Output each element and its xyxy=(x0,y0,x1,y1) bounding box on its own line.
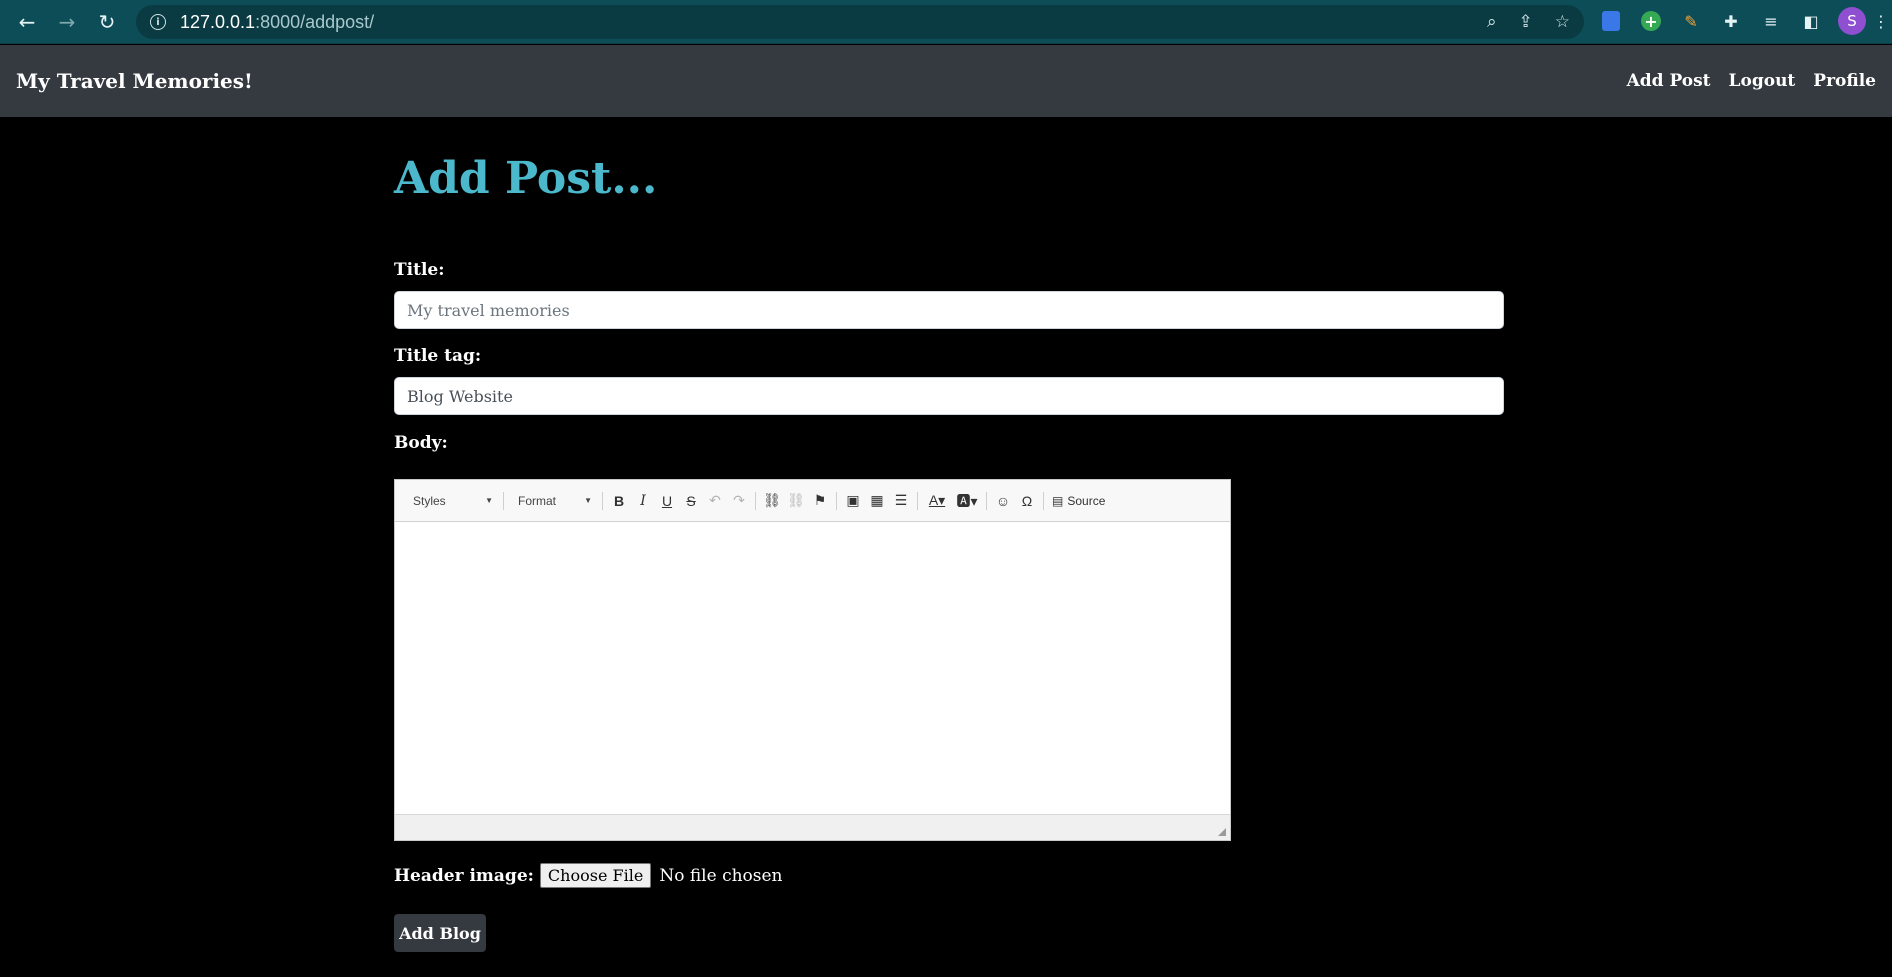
horizontal-line-icon[interactable]: ☰ xyxy=(889,488,913,514)
editor-footer xyxy=(395,814,1230,840)
format-dropdown[interactable]: Format ▼ xyxy=(508,487,598,515)
bookmark-star-icon[interactable]: ☆ xyxy=(1555,12,1570,32)
add-blog-button[interactable]: Add Blog xyxy=(394,914,486,952)
page-title: Add Post... xyxy=(394,153,658,204)
redo-icon[interactable]: ↷ xyxy=(727,488,751,514)
choose-file-button[interactable]: Choose File xyxy=(539,863,652,888)
toolbar-separator xyxy=(755,491,756,510)
url-text[interactable]: 127.0.0.1:8000/addpost/ xyxy=(180,12,374,33)
toolbar-separator xyxy=(602,491,603,510)
toolbar-separator xyxy=(986,491,987,510)
link-icon[interactable]: ⛓ xyxy=(760,488,784,514)
nav-profile[interactable]: Profile xyxy=(1813,71,1876,91)
zoom-icon[interactable]: ⌕ xyxy=(1487,12,1497,32)
extension-green-plus-icon[interactable]: + xyxy=(1641,11,1661,31)
smiley-icon[interactable]: ☺ xyxy=(991,488,1015,514)
anchor-flag-icon[interactable]: ⚑ xyxy=(808,488,832,514)
address-bar[interactable]: i 127.0.0.1:8000/addpost/ ⌕ ⇪ ☆ xyxy=(136,5,1584,39)
nav-logout[interactable]: Logout xyxy=(1729,71,1796,91)
resize-handle-icon[interactable] xyxy=(1218,828,1226,836)
title-tag-label: Title tag: xyxy=(394,346,482,366)
editor-body[interactable] xyxy=(395,522,1230,814)
site-navbar: My Travel Memories! Add Post Logout Prof… xyxy=(0,45,1892,117)
table-icon[interactable]: ▦ xyxy=(865,488,889,514)
underline-icon[interactable]: U xyxy=(655,488,679,514)
extensions-puzzle-icon[interactable]: ✚ xyxy=(1720,10,1742,32)
forward-icon[interactable]: → xyxy=(54,9,80,35)
toolbar-separator xyxy=(1043,491,1044,510)
body-label: Body: xyxy=(394,433,448,453)
menu-kebab-icon[interactable]: ⋮ xyxy=(1870,10,1892,32)
file-status-text: No file chosen xyxy=(659,865,783,886)
styles-dropdown[interactable]: Styles ▼ xyxy=(403,487,499,515)
strikethrough-icon[interactable]: S xyxy=(679,488,703,514)
bold-icon[interactable]: B xyxy=(607,488,631,514)
reload-icon[interactable]: ↻ xyxy=(94,9,120,35)
header-image-row: Header image: Choose File No file chosen xyxy=(394,863,783,888)
nav-links: Add Post Logout Profile xyxy=(1627,71,1876,91)
browser-toolbar: ← → ↻ i 127.0.0.1:8000/addpost/ ⌕ ⇪ ☆ + … xyxy=(0,0,1892,44)
source-button[interactable]: ▤ Source xyxy=(1048,488,1109,514)
toolbar-separator xyxy=(503,491,504,510)
title-input[interactable]: My travel memories xyxy=(394,291,1504,329)
source-icon: ▤ xyxy=(1052,493,1064,508)
nav-add-post[interactable]: Add Post xyxy=(1627,71,1711,91)
extension-rocket-icon[interactable]: ✎ xyxy=(1680,10,1702,32)
rich-text-editor: Styles ▼ Format ▼ B I U S ↶ ↷ ⛓ ⛓ ⚑ ▣ ▦ ☰ … xyxy=(394,479,1231,841)
editor-toolbar: Styles ▼ Format ▼ B I U S ↶ ↷ ⛓ ⛓ ⚑ ▣ ▦ ☰ … xyxy=(395,480,1230,522)
profile-avatar[interactable]: S xyxy=(1838,7,1866,35)
image-icon[interactable]: ▣ xyxy=(841,488,865,514)
title-label: Title: xyxy=(394,260,445,280)
media-queue-icon[interactable]: ≡ xyxy=(1760,10,1782,32)
toolbar-separator xyxy=(836,491,837,510)
header-image-label: Header image: xyxy=(394,865,534,886)
title-tag-input[interactable]: Blog Website xyxy=(394,377,1504,415)
italic-icon[interactable]: I xyxy=(631,488,655,514)
special-char-omega-icon[interactable]: Ω xyxy=(1015,488,1039,514)
unlink-icon[interactable]: ⛓ xyxy=(784,488,808,514)
toolbar-separator xyxy=(917,491,918,510)
side-panel-icon[interactable]: ◧ xyxy=(1800,10,1822,32)
site-info-icon[interactable]: i xyxy=(150,14,166,30)
background-color-icon[interactable]: 🅰▾ xyxy=(952,488,982,514)
brand-link[interactable]: My Travel Memories! xyxy=(16,69,253,93)
back-icon[interactable]: ← xyxy=(14,9,40,35)
share-icon[interactable]: ⇪ xyxy=(1519,12,1533,32)
undo-icon[interactable]: ↶ xyxy=(703,488,727,514)
extension-blue-icon[interactable] xyxy=(1602,11,1620,31)
text-color-icon[interactable]: A▾ xyxy=(922,488,952,514)
